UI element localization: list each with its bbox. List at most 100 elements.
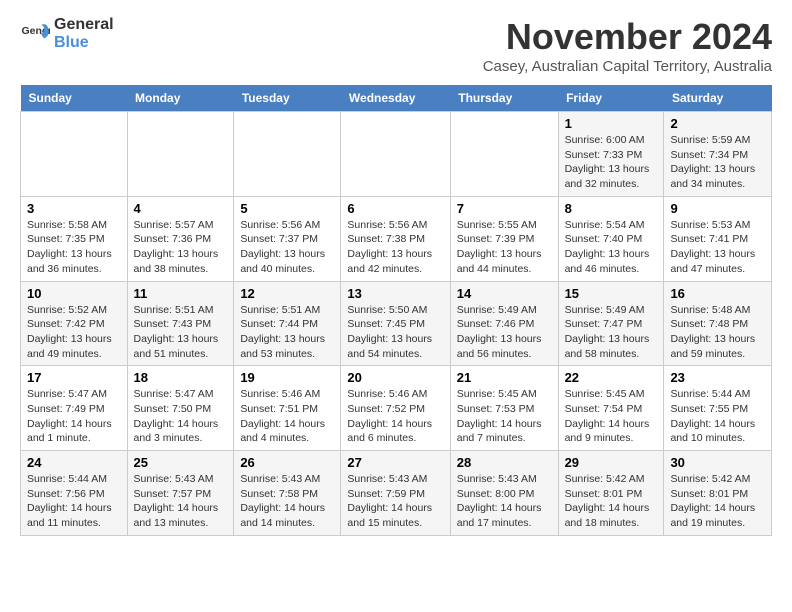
- calendar-cell: [341, 112, 450, 197]
- day-number: 10: [27, 286, 121, 301]
- logo-wordmark: General Blue: [54, 16, 114, 51]
- day-detail: Sunrise: 5:55 AM Sunset: 7:39 PM Dayligh…: [457, 219, 542, 275]
- day-detail: Sunrise: 5:42 AM Sunset: 8:01 PM Dayligh…: [565, 473, 650, 529]
- day-detail: Sunrise: 6:00 AM Sunset: 7:33 PM Dayligh…: [565, 134, 650, 190]
- day-detail: Sunrise: 5:47 AM Sunset: 7:50 PM Dayligh…: [134, 388, 219, 444]
- day-number: 16: [670, 286, 765, 301]
- day-detail: Sunrise: 5:56 AM Sunset: 7:37 PM Dayligh…: [240, 219, 325, 275]
- col-header-monday: Monday: [127, 85, 234, 112]
- col-header-tuesday: Tuesday: [234, 85, 341, 112]
- calendar-cell: 27Sunrise: 5:43 AM Sunset: 7:59 PM Dayli…: [341, 451, 450, 536]
- day-detail: Sunrise: 5:51 AM Sunset: 7:43 PM Dayligh…: [134, 304, 219, 360]
- calendar-cell: [127, 112, 234, 197]
- day-number: 12: [240, 286, 334, 301]
- calendar-cell: 6Sunrise: 5:56 AM Sunset: 7:38 PM Daylig…: [341, 196, 450, 281]
- day-detail: Sunrise: 5:48 AM Sunset: 7:48 PM Dayligh…: [670, 304, 755, 360]
- day-detail: Sunrise: 5:43 AM Sunset: 7:59 PM Dayligh…: [347, 473, 432, 529]
- calendar-cell: 18Sunrise: 5:47 AM Sunset: 7:50 PM Dayli…: [127, 366, 234, 451]
- calendar-cell: 2 Sunrise: 5:59 AM Sunset: 7:34 PM Daylig…: [664, 112, 772, 197]
- calendar-cell: 23 Sunrise: 5:44 AM Sunset: 7:55 PM Dayli…: [664, 366, 772, 451]
- calendar-cell: 17 Sunrise: 5:47 AM Sunset: 7:49 PM Dayli…: [21, 366, 128, 451]
- col-header-wednesday: Wednesday: [341, 85, 450, 112]
- day-number: 2: [670, 116, 765, 131]
- day-detail: Sunrise: 5:56 AM Sunset: 7:38 PM Dayligh…: [347, 219, 432, 275]
- calendar-cell: 16 Sunrise: 5:48 AM Sunset: 7:48 PM Dayli…: [664, 281, 772, 366]
- calendar-cell: 11 Sunrise: 5:51 AM Sunset: 7:43 PM Dayli…: [127, 281, 234, 366]
- calendar-cell: 29 Sunrise: 5:42 AM Sunset: 8:01 PM Dayli…: [558, 451, 664, 536]
- day-number: 5: [240, 201, 334, 216]
- day-number: 3: [27, 201, 121, 216]
- calendar-cell: 19 Sunrise: 5:46 AM Sunset: 7:51 PM Dayli…: [234, 366, 341, 451]
- calendar-cell: 9Sunrise: 5:53 AM Sunset: 7:41 PM Daylig…: [664, 196, 772, 281]
- calendar-cell: 28 Sunrise: 5:43 AM Sunset: 8:00 PM Dayli…: [450, 451, 558, 536]
- calendar-cell: 10 Sunrise: 5:52 AM Sunset: 7:42 PM Dayli…: [21, 281, 128, 366]
- calendar-cell: 3Sunrise: 5:58 AM Sunset: 7:35 PM Daylig…: [21, 196, 128, 281]
- day-number: 26: [240, 455, 334, 470]
- calendar-cell: 7 Sunrise: 5:55 AM Sunset: 7:39 PM Daylig…: [450, 196, 558, 281]
- col-header-friday: Friday: [558, 85, 664, 112]
- logo: General General Blue: [20, 16, 114, 51]
- day-number: 7: [457, 201, 552, 216]
- week-row-4: 17 Sunrise: 5:47 AM Sunset: 7:49 PM Dayli…: [21, 366, 772, 451]
- calendar-cell: 1 Sunrise: 6:00 AM Sunset: 7:33 PM Daylig…: [558, 112, 664, 197]
- col-header-sunday: Sunday: [21, 85, 128, 112]
- location-title: Casey, Australian Capital Territory, Aus…: [483, 58, 772, 75]
- day-number: 13: [347, 286, 443, 301]
- calendar-cell: 14 Sunrise: 5:49 AM Sunset: 7:46 PM Dayli…: [450, 281, 558, 366]
- day-detail: Sunrise: 5:45 AM Sunset: 7:54 PM Dayligh…: [565, 388, 650, 444]
- calendar-cell: 22Sunrise: 5:45 AM Sunset: 7:54 PM Dayli…: [558, 366, 664, 451]
- day-number: 1: [565, 116, 658, 131]
- day-detail: Sunrise: 5:47 AM Sunset: 7:49 PM Dayligh…: [27, 388, 112, 444]
- title-section: November 2024 Casey, Australian Capital …: [483, 16, 772, 75]
- day-number: 25: [134, 455, 228, 470]
- day-detail: Sunrise: 5:44 AM Sunset: 7:56 PM Dayligh…: [27, 473, 112, 529]
- day-detail: Sunrise: 5:43 AM Sunset: 7:58 PM Dayligh…: [240, 473, 325, 529]
- logo-blue: Blue: [54, 34, 114, 52]
- day-detail: Sunrise: 5:46 AM Sunset: 7:51 PM Dayligh…: [240, 388, 325, 444]
- day-detail: Sunrise: 5:43 AM Sunset: 7:57 PM Dayligh…: [134, 473, 219, 529]
- day-number: 17: [27, 370, 121, 385]
- day-number: 14: [457, 286, 552, 301]
- day-detail: Sunrise: 5:52 AM Sunset: 7:42 PM Dayligh…: [27, 304, 112, 360]
- day-number: 19: [240, 370, 334, 385]
- day-detail: Sunrise: 5:57 AM Sunset: 7:36 PM Dayligh…: [134, 219, 219, 275]
- day-number: 9: [670, 201, 765, 216]
- day-detail: Sunrise: 5:43 AM Sunset: 8:00 PM Dayligh…: [457, 473, 542, 529]
- month-title: November 2024: [483, 16, 772, 58]
- day-detail: Sunrise: 5:44 AM Sunset: 7:55 PM Dayligh…: [670, 388, 755, 444]
- day-detail: Sunrise: 5:42 AM Sunset: 8:01 PM Dayligh…: [670, 473, 755, 529]
- calendar-cell: [234, 112, 341, 197]
- logo-icon: General: [20, 19, 50, 49]
- calendar-cell: 13 Sunrise: 5:50 AM Sunset: 7:45 PM Dayli…: [341, 281, 450, 366]
- col-header-saturday: Saturday: [664, 85, 772, 112]
- day-detail: Sunrise: 5:51 AM Sunset: 7:44 PM Dayligh…: [240, 304, 325, 360]
- calendar-cell: [21, 112, 128, 197]
- day-detail: Sunrise: 5:49 AM Sunset: 7:47 PM Dayligh…: [565, 304, 650, 360]
- calendar-cell: 15 Sunrise: 5:49 AM Sunset: 7:47 PM Dayli…: [558, 281, 664, 366]
- calendar-cell: 12 Sunrise: 5:51 AM Sunset: 7:44 PM Dayli…: [234, 281, 341, 366]
- day-detail: Sunrise: 5:50 AM Sunset: 7:45 PM Dayligh…: [347, 304, 432, 360]
- day-number: 23: [670, 370, 765, 385]
- day-number: 8: [565, 201, 658, 216]
- day-detail: Sunrise: 5:59 AM Sunset: 7:34 PM Dayligh…: [670, 134, 755, 190]
- days-of-week-row: SundayMondayTuesdayWednesdayThursdayFrid…: [21, 85, 772, 112]
- week-row-3: 10 Sunrise: 5:52 AM Sunset: 7:42 PM Dayli…: [21, 281, 772, 366]
- week-row-1: 1 Sunrise: 6:00 AM Sunset: 7:33 PM Daylig…: [21, 112, 772, 197]
- calendar-cell: 8Sunrise: 5:54 AM Sunset: 7:40 PM Daylig…: [558, 196, 664, 281]
- day-number: 29: [565, 455, 658, 470]
- day-number: 24: [27, 455, 121, 470]
- day-number: 15: [565, 286, 658, 301]
- day-detail: Sunrise: 5:45 AM Sunset: 7:53 PM Dayligh…: [457, 388, 542, 444]
- calendar-cell: 4 Sunrise: 5:57 AM Sunset: 7:36 PM Daylig…: [127, 196, 234, 281]
- day-detail: Sunrise: 5:49 AM Sunset: 7:46 PM Dayligh…: [457, 304, 542, 360]
- day-number: 11: [134, 286, 228, 301]
- day-number: 21: [457, 370, 552, 385]
- calendar-cell: 25 Sunrise: 5:43 AM Sunset: 7:57 PM Dayli…: [127, 451, 234, 536]
- day-number: 4: [134, 201, 228, 216]
- calendar-table: SundayMondayTuesdayWednesdayThursdayFrid…: [20, 85, 772, 536]
- calendar-header: SundayMondayTuesdayWednesdayThursdayFrid…: [21, 85, 772, 112]
- day-number: 30: [670, 455, 765, 470]
- header: General General Blue November 2024 Casey…: [20, 16, 772, 75]
- day-number: 28: [457, 455, 552, 470]
- calendar-cell: 5 Sunrise: 5:56 AM Sunset: 7:37 PM Daylig…: [234, 196, 341, 281]
